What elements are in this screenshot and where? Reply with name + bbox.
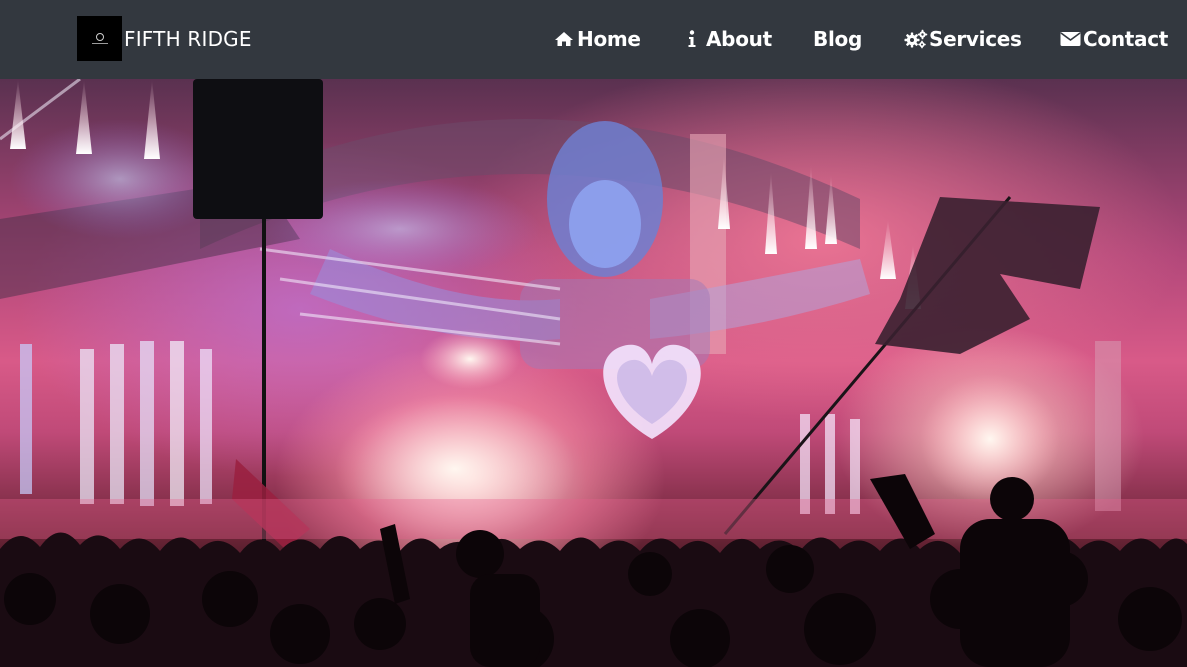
top-navbar: FIFTH RIDGE Home About Blog Services Con… (0, 0, 1187, 79)
festival-stage-crowd-photo (0, 79, 1187, 667)
nav-links: Home About Blog Services Contact (0, 0, 1187, 79)
hero-image (0, 79, 1187, 667)
nav-blog-link[interactable]: Blog (813, 24, 862, 54)
nav-about-link[interactable]: About (687, 24, 772, 54)
home-icon (554, 31, 574, 47)
info-icon (687, 30, 697, 48)
nav-contact-link[interactable]: Contact (1060, 24, 1168, 54)
nav-about-label: About (706, 27, 772, 51)
nav-home-label: Home (577, 27, 641, 51)
envelope-icon (1060, 31, 1081, 47)
gears-icon (904, 29, 928, 49)
nav-services-link[interactable]: Services (904, 24, 1022, 54)
nav-blog-label: Blog (813, 27, 862, 51)
nav-home-link[interactable]: Home (554, 24, 641, 54)
nav-contact-label: Contact (1083, 27, 1169, 51)
nav-services-label: Services (929, 27, 1022, 51)
